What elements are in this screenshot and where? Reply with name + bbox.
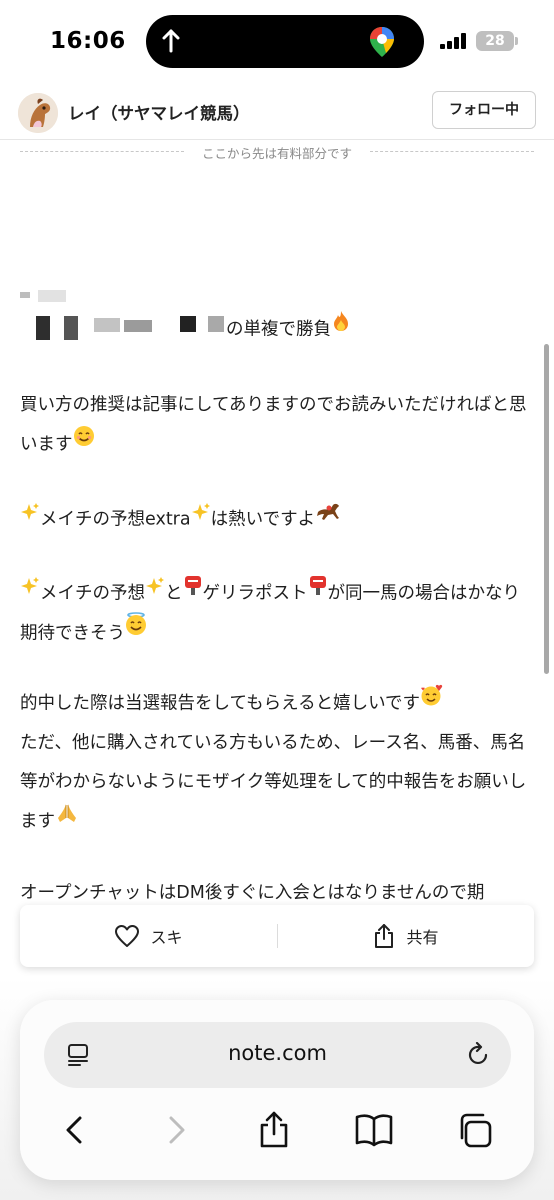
article-paragraph: メイチの予想extra は熱いですよ xyxy=(20,500,534,540)
article-text: オープンチャットはDM後すぐに入会とはなりませんので期 xyxy=(20,883,485,903)
racehorse-emoji-icon xyxy=(315,498,341,537)
article-text: は熱いですよ xyxy=(210,509,316,530)
forward-icon[interactable] xyxy=(157,1110,197,1150)
battery-level: 28 xyxy=(485,33,505,49)
battery-cap xyxy=(515,37,518,45)
paid-divider-label: ここから先は有料部分です xyxy=(201,146,352,161)
author-avatar[interactable] xyxy=(18,93,58,133)
bookmarks-icon[interactable] xyxy=(354,1110,394,1150)
article-paragraph: オープンチャットはDM後すぐに入会とはなりませんので期 xyxy=(20,874,534,906)
heart-icon xyxy=(115,925,140,947)
smiling-hearts-emoji-icon xyxy=(420,682,444,721)
article-text: ただ、他に購入されている方もいるため、レース名、馬番、馬名等がわからないようにモ… xyxy=(20,732,527,832)
article-text: メイチの予想 xyxy=(40,583,145,604)
reload-icon[interactable] xyxy=(465,1042,491,1068)
navigation-arrow-icon xyxy=(162,29,180,53)
mosaic-blur xyxy=(64,316,78,340)
article-text: 買い方の推奨は記事にしてありますのでお読みいただければと思います xyxy=(20,395,527,455)
halo-smile-emoji-icon xyxy=(125,611,147,651)
article-text: の単複で勝負 xyxy=(226,319,331,340)
horse-avatar-icon xyxy=(18,93,58,133)
article-text: と xyxy=(165,583,183,604)
battery-icon: 28 xyxy=(476,31,514,51)
article-line-1: の単複で勝負 xyxy=(226,310,426,350)
like-button[interactable]: スキ xyxy=(20,905,277,967)
address-bar[interactable]: note.com xyxy=(44,1022,511,1088)
browser-toolbar: note.com xyxy=(20,1000,534,1180)
reaction-bar: スキ 共有 xyxy=(20,905,534,967)
sparkles-emoji-icon xyxy=(20,572,40,611)
paid-section-divider: ここから先は有料部分です xyxy=(20,143,534,161)
sparkles-emoji-icon xyxy=(20,498,40,537)
maps-pin-icon xyxy=(370,27,394,57)
smile-emoji-icon xyxy=(73,423,95,462)
article-text: ゲリラポスト xyxy=(202,583,308,604)
share-button[interactable]: 共有 xyxy=(277,905,534,967)
folded-hands-emoji-icon xyxy=(55,800,79,839)
mosaic-blur xyxy=(180,316,196,332)
postbox-emoji-icon xyxy=(308,572,328,611)
fire-emoji-icon xyxy=(331,308,351,347)
divider-line xyxy=(370,151,534,152)
follow-button[interactable]: フォロー中 xyxy=(432,91,536,129)
mosaic-blur xyxy=(38,290,66,302)
share-label: 共有 xyxy=(406,928,439,947)
mosaic-blur xyxy=(124,320,152,332)
mosaic-blur xyxy=(20,292,30,298)
like-label: スキ xyxy=(150,928,183,947)
tabs-icon[interactable] xyxy=(454,1110,494,1150)
cellular-signal-icon xyxy=(440,33,466,49)
mosaic-blur xyxy=(36,316,50,340)
author-name[interactable]: レイ（サヤマレイ競馬） xyxy=(68,100,250,124)
back-icon[interactable] xyxy=(54,1110,94,1150)
article-paragraph: 的中した際は当選報告をしてもらえると嬉しいです ただ、他に購入されている方もいる… xyxy=(20,684,534,841)
postbox-emoji-icon xyxy=(183,572,203,611)
mosaic-blur xyxy=(94,318,120,332)
scroll-indicator[interactable] xyxy=(544,344,549,674)
status-time: 16:06 xyxy=(50,28,126,54)
article-header: レイ（サヤマレイ競馬） フォロー中 xyxy=(0,86,554,140)
dynamic-island xyxy=(146,15,424,68)
article-paragraph: 買い方の推奨は記事にしてありますのでお読みいただければと思います xyxy=(20,386,534,465)
mosaic-blur xyxy=(208,316,224,332)
article-text: 的中した際は当選報告をしてもらえると嬉しいです xyxy=(20,693,421,714)
status-bar: 16:06 28 xyxy=(0,0,554,86)
sparkles-emoji-icon xyxy=(191,498,211,537)
share-icon xyxy=(375,924,394,948)
url-text[interactable]: note.com xyxy=(44,1041,511,1065)
article-text: メイチの予想extra xyxy=(40,509,191,530)
share-icon[interactable] xyxy=(254,1110,294,1150)
article-paragraph: メイチの予想とゲリラポスト が同一馬の場合はかなり期待できそう xyxy=(20,574,534,653)
sparkles-emoji-icon xyxy=(145,572,165,611)
